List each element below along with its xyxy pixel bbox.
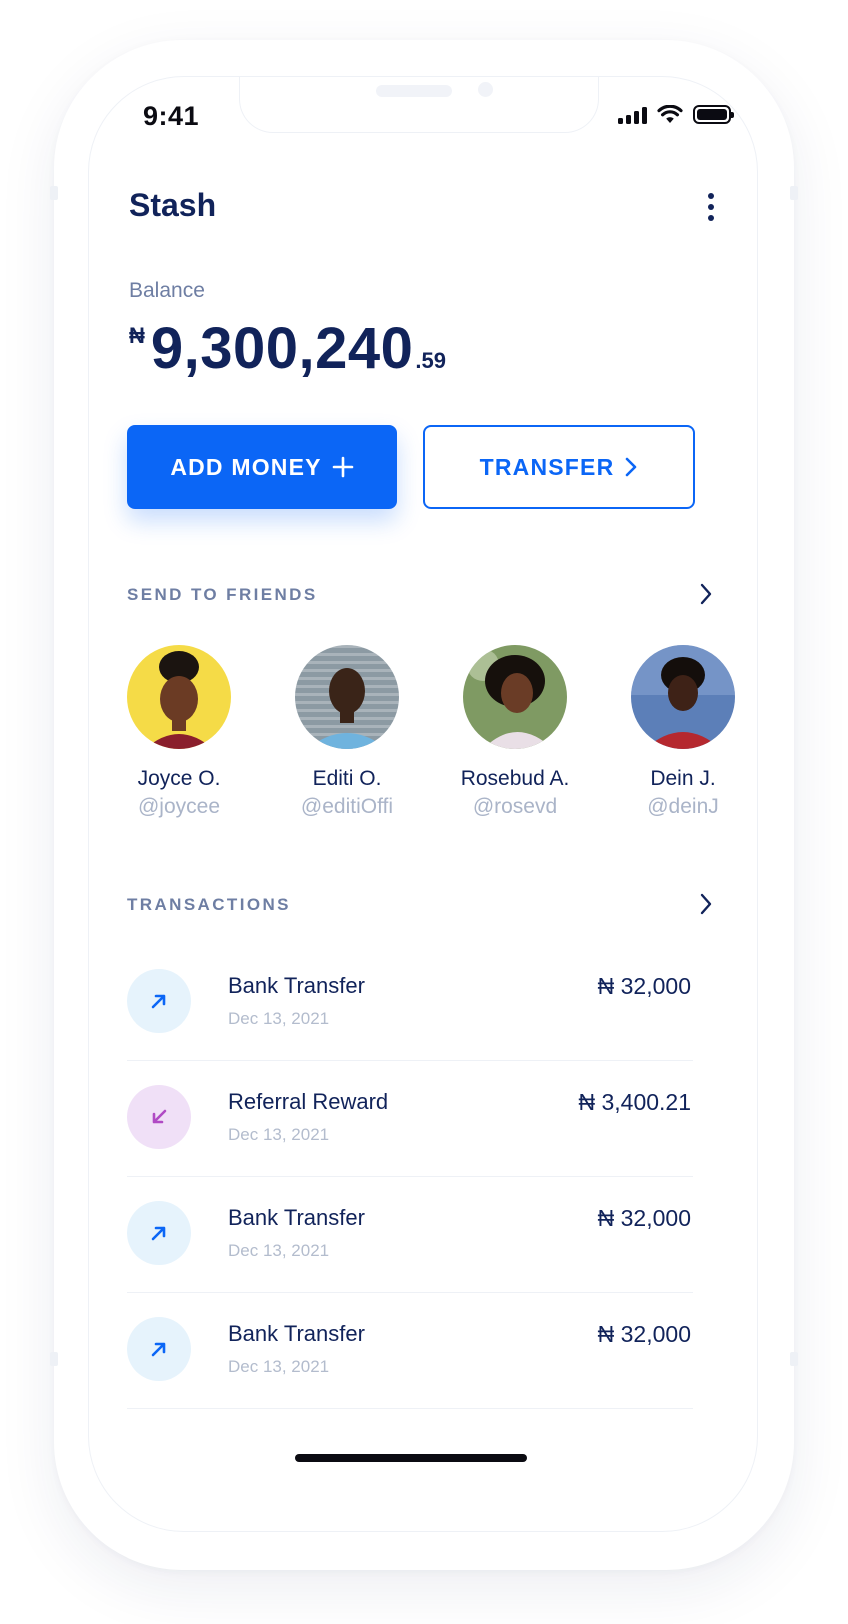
friends-see-all-button[interactable] [691,579,721,609]
arrow-up-right-icon [127,1317,191,1381]
transaction-amount: ₦ 32,000 [597,973,691,999]
transaction-row[interactable]: Bank Transfer Dec 13, 2021 ₦ 32,000 [127,1293,693,1409]
transaction-date: Dec 13, 2021 [228,1241,330,1260]
status-icons [618,105,734,124]
transactions-heading: TRANSACTIONS [127,895,291,914]
transaction-amount: ₦ 32,000 [597,1321,691,1347]
friend-handle: @rosevd [472,795,558,818]
chevron-right-icon [626,457,637,477]
friend-handle: @deinJ [647,795,719,818]
friend-name: Rosebud A. [460,767,570,790]
more-options-button[interactable] [693,189,729,225]
transaction-amount: ₦ 3,400.21 [578,1089,691,1115]
phone-side-button [50,186,58,200]
speaker [376,85,452,97]
wifi-icon [657,105,683,123]
friend-card[interactable]: Dein J. @deinJ [599,645,757,819]
status-time: 9:41 [143,101,200,131]
currency-symbol: ₦ [129,323,145,348]
screen: 9:41 Stash Balance ₦ 9,300,240 .59 ADD M… [0,0,848,1624]
transaction-row[interactable]: Referral Reward Dec 13, 2021 ₦ 3,400.21 [127,1061,693,1177]
add-money-button[interactable]: ADD MONEY [127,425,397,509]
transactions-see-all-button[interactable] [691,889,721,919]
app-title: Stash [129,187,217,223]
arrow-up-right-icon [127,1201,191,1265]
avatar [631,645,735,749]
transaction-title: Referral Reward [228,1089,389,1114]
phone-side-button [50,1352,58,1366]
front-camera [478,82,493,97]
home-indicator[interactable] [295,1454,527,1462]
friend-name: Dein J. [650,767,716,790]
chevron-right-icon [700,583,712,605]
phone-screen: 9:41 Stash Balance ₦ 9,300,240 .59 ADD M… [88,76,758,1532]
balance-decimal: .59 [415,348,447,373]
friend-name: Editi O. [312,767,382,790]
transaction-date: Dec 13, 2021 [228,1125,330,1144]
transfer-button[interactable]: TRANSFER [423,425,695,509]
cellular-signal-icon [618,106,647,124]
phone-side-button [790,1352,798,1366]
friend-card[interactable]: Editi O. @editiOffi [263,645,431,819]
friend-card[interactable]: Rosebud A. @rosevd [431,645,599,819]
notch [239,77,599,133]
friend-card[interactable]: Joyce O. @joycee [95,645,263,819]
transaction-row[interactable]: Bank Transfer Dec 13, 2021 ₦ 32,000 [127,1177,693,1293]
arrow-up-right-icon [127,969,191,1033]
transaction-row[interactable]: Bank Transfer Dec 13, 2021 ₦ 32,000 [127,945,693,1061]
avatar [463,645,567,749]
more-vertical-icon [708,193,714,199]
balance-whole: 9,300,240 [150,316,414,381]
transaction-date: Dec 13, 2021 [228,1009,330,1028]
transaction-date: Dec 13, 2021 [228,1357,330,1376]
avatar [127,645,231,749]
transaction-title: Bank Transfer [228,1321,365,1346]
transaction-title: Bank Transfer [228,973,365,998]
send-to-friends-heading: SEND TO FRIENDS [127,585,318,604]
transactions-list: Bank Transfer Dec 13, 2021 ₦ 32,000 Refe… [127,945,693,1409]
phone-side-button [790,186,798,200]
plus-icon [332,456,353,478]
friend-name: Joyce O. [137,767,221,790]
balance-label: Balance [129,279,205,302]
transaction-amount: ₦ 32,000 [597,1205,691,1231]
add-money-label: ADD MONEY [170,453,322,480]
friends-carousel[interactable]: Joyce O. @joycee Editi O. @editiOffi Ros… [127,645,757,835]
transaction-title: Bank Transfer [228,1205,365,1230]
friend-handle: @editiOffi [300,795,394,818]
balance-amount: ₦ 9,300,240 .59 [129,315,446,382]
chevron-right-icon [700,893,712,915]
arrow-down-left-icon [127,1085,191,1149]
avatar [295,645,399,749]
transfer-label: TRANSFER [479,453,615,480]
friend-handle: @joycee [137,795,221,818]
battery-icon [693,105,734,124]
